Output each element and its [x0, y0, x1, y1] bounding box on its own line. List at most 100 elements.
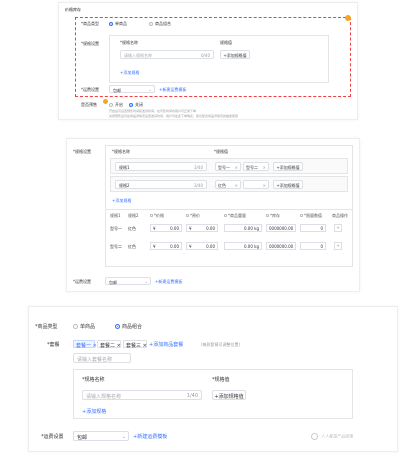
- price-input[interactable]: ¥0.00: [150, 242, 182, 250]
- shipping-label: *运费设置: [81, 87, 99, 92]
- watermark-logo-icon: [311, 433, 318, 440]
- cell-spec1: 型号二: [110, 244, 122, 249]
- spec-name-header: *规格名称: [112, 149, 130, 154]
- section-title: 价格库存: [65, 7, 81, 12]
- cell-spec2: 红色: [128, 244, 136, 249]
- stock-input[interactable]: 0000000.00: [266, 224, 296, 232]
- radio-icon: [129, 103, 133, 107]
- package-tag[interactable]: 套餐三 ×: [123, 340, 147, 349]
- spec-name-input[interactable]: 请输入规格名称 1/40: [82, 390, 202, 400]
- radio-icon: [115, 324, 120, 329]
- spec-label: *规格设置: [81, 41, 99, 46]
- chevron-down-icon: ⌄: [121, 434, 126, 440]
- col-spec2: 规格2: [128, 213, 139, 218]
- sku-table: 规格1 规格2 *价格 *原价 *商品重量 *库存 *限量数值 商品操作 型号一…: [105, 209, 353, 267]
- price-input[interactable]: ¥0.00: [150, 224, 182, 232]
- limit-input[interactable]: 0: [300, 224, 326, 232]
- spec-value-input[interactable]: 型号二 ×: [243, 162, 269, 171]
- spec-value-input[interactable]: 型号一 ×: [215, 162, 241, 171]
- new-shipping-template[interactable]: +新建运费模板: [159, 87, 186, 93]
- radio-icon: [149, 22, 153, 26]
- shipping-label: *运费设置: [73, 279, 91, 284]
- col-action: 商品操作: [332, 213, 348, 218]
- add-spec-value-button[interactable]: +添加规格值: [212, 390, 246, 400]
- radio-icon: [109, 22, 113, 26]
- spec-name-header: *规格名称: [82, 377, 105, 383]
- col-limit: *限量数值: [300, 213, 322, 219]
- spec-row: 规格2 3/40 红色 × × +添加规格值: [110, 176, 348, 192]
- weight-input[interactable]: 0.00 kg: [224, 242, 262, 250]
- spec-name-input[interactable]: 规格1 3/40: [115, 162, 207, 171]
- type-option-combo[interactable]: 商品组合: [149, 21, 171, 27]
- spec-name-input[interactable]: 规格2 3/40: [115, 180, 207, 189]
- add-package-link[interactable]: +添加商品套餐: [149, 341, 183, 348]
- orig-price-input[interactable]: ¥0.00: [186, 224, 218, 232]
- product-type-label: *商品类型: [35, 324, 58, 330]
- new-shipping-template[interactable]: +新建运费模板: [155, 279, 182, 285]
- shipping-select[interactable]: 包邮 ⌄: [109, 85, 155, 93]
- type-option-combo[interactable]: 商品组合: [115, 323, 142, 330]
- presale-help-1: 开启后可设置预售时间和发货时间，在可售时间内用户可正常下单: [109, 109, 197, 113]
- cell-spec1: 型号一: [110, 226, 122, 231]
- presale-on[interactable]: 开启: [109, 102, 123, 108]
- checkbox-icon: [266, 214, 269, 217]
- cell-spec2: 红色: [128, 226, 136, 231]
- col-orig: *原价: [186, 213, 200, 219]
- checkbox-icon: [150, 214, 153, 217]
- spec-value-input[interactable]: ×: [243, 180, 269, 189]
- add-spec-link[interactable]: +添加规格: [82, 408, 106, 415]
- col-price: *价格: [150, 213, 164, 219]
- add-spec-value-button[interactable]: +添加规格值: [220, 50, 250, 59]
- limit-input[interactable]: 0: [300, 242, 326, 250]
- weight-input[interactable]: 0.00 kg: [224, 224, 262, 232]
- package-tag[interactable]: 套餐一 ×: [73, 340, 97, 349]
- spec-label: *规格设置: [73, 149, 91, 154]
- add-spec-value-button[interactable]: +添加规格值: [273, 162, 303, 171]
- col-weight: *商品重量: [224, 213, 246, 219]
- checkbox-icon: [186, 214, 189, 217]
- marker-dot: [345, 15, 351, 21]
- spec-name-header: *规格名称: [120, 40, 138, 45]
- marker-dot: [103, 99, 108, 104]
- presale-off[interactable]: 关闭: [129, 102, 143, 108]
- add-spec-link[interactable]: +添加规格: [112, 198, 131, 204]
- package-hint: (每款套餐可调整位置): [201, 342, 241, 347]
- orig-price-input[interactable]: ¥0.00: [186, 242, 218, 250]
- presale-label: 是否预售: [81, 102, 97, 107]
- package-name-input[interactable]: 请输入套餐名称: [73, 353, 131, 363]
- chevron-down-icon: ⌄: [148, 87, 152, 92]
- watermark: 人人都是产品经理: [311, 433, 353, 440]
- spec-value-input[interactable]: 红色 ×: [215, 180, 241, 189]
- shipping-select[interactable]: 包邮 ⌄: [73, 431, 129, 441]
- spec-name-input[interactable]: 请输入规格名称 0/40: [120, 50, 214, 59]
- radio-icon: [73, 324, 78, 329]
- type-option-single[interactable]: 单商品: [73, 323, 95, 330]
- add-spec-link[interactable]: +添加规格: [120, 70, 139, 76]
- spec-box: *规格名称 *规格值 请输入规格名称 1/40 +添加规格值 +添加规格: [73, 369, 353, 419]
- spec-value-header: *规格值: [214, 149, 228, 154]
- package-tag[interactable]: 套餐二 ×: [97, 340, 121, 349]
- stock-input[interactable]: 0000000.00: [266, 242, 296, 250]
- shipping-label: *运费设置: [41, 434, 64, 440]
- radio-icon: [109, 103, 113, 107]
- package-panel: *商品类型 单商品 商品组合 *套餐 套餐一 × 套餐二 × 套餐三 × +添加…: [28, 306, 398, 452]
- col-stock: *库存: [266, 213, 280, 219]
- type-option-single[interactable]: 单商品: [109, 21, 127, 27]
- new-shipping-template[interactable]: +新建运费模板: [133, 433, 167, 440]
- spec-value-header: 规格值: [220, 40, 232, 45]
- row-action-button[interactable]: +: [334, 242, 342, 250]
- spec-value-header: *规格值: [212, 377, 230, 383]
- col-spec1: 规格1: [110, 213, 121, 218]
- checkbox-icon: [300, 214, 303, 217]
- row-action-button[interactable]: +: [334, 224, 342, 232]
- package-label: *套餐: [47, 342, 60, 348]
- price-stock-panel: 价格库存 *商品类型 单商品 商品组合 *规格设置 *规格名称 规格值 请输入规…: [58, 2, 358, 120]
- spec-box: *规格名称 规格值 请输入规格名称 0/40 +添加规格值 +添加规格: [109, 35, 329, 83]
- product-type-label: *商品类型: [81, 21, 99, 26]
- checkbox-icon: [224, 214, 227, 217]
- chevron-down-icon: ⌄: [144, 279, 148, 284]
- add-spec-value-button[interactable]: +添加规格值: [273, 180, 303, 189]
- spec-table-panel: *规格设置 *规格名称 *规格值 规格1 3/40 型号一 × 型号二 × +添加规…: [66, 138, 360, 292]
- shipping-select[interactable]: 包邮 ⌄: [105, 277, 151, 285]
- spec-row: 规格1 3/40 型号一 × 型号二 × +添加规格值: [110, 158, 348, 174]
